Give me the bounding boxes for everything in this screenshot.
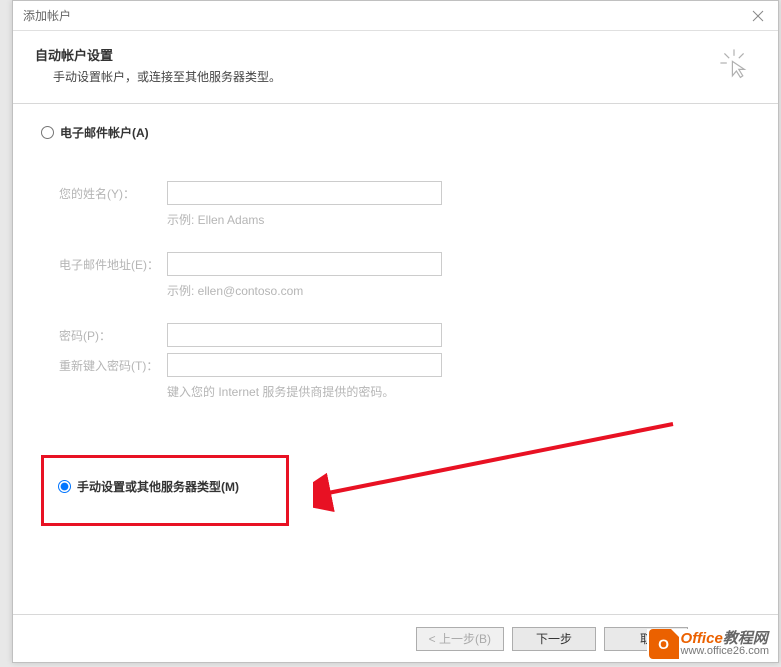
- next-button[interactable]: 下一步: [512, 627, 596, 651]
- radio-email-account-label: 电子邮件帐户(A): [60, 124, 149, 141]
- titlebar: 添加帐户: [13, 1, 778, 31]
- close-icon: [752, 10, 764, 22]
- titlebar-text: 添加帐户: [23, 7, 71, 24]
- name-hint: 示例: Ellen Adams: [167, 211, 750, 228]
- email-hint: 示例: ellen@contoso.com: [167, 282, 750, 299]
- back-button: < 上一步(B): [416, 627, 504, 651]
- email-input: [167, 252, 442, 276]
- content-area: 电子邮件帐户(A) 您的姓名(Y)： 示例: Ellen Adams 电子邮件地…: [13, 104, 778, 546]
- radio-email-account[interactable]: 电子邮件帐户(A): [41, 124, 750, 141]
- cursor-click-icon: [718, 47, 750, 82]
- password-label: 密码(P)：: [59, 327, 167, 344]
- add-account-dialog: 添加帐户 自动帐户设置 手动设置帐户，或连接至其他服务器类型。: [12, 0, 779, 663]
- radio-email-account-input[interactable]: [41, 126, 54, 139]
- watermark-logo-letter: O: [658, 636, 669, 652]
- header-title: 自动帐户设置: [35, 45, 281, 64]
- watermark-brand: Office教程网: [681, 631, 769, 646]
- password-hint: 键入您的 Internet 服务提供商提供的密码。: [167, 383, 750, 400]
- header-subtitle: 手动设置帐户，或连接至其他服务器类型。: [35, 68, 281, 85]
- email-label: 电子邮件地址(E)：: [59, 256, 167, 273]
- email-form-block: 您的姓名(Y)： 示例: Ellen Adams 电子邮件地址(E)： 示例: …: [59, 181, 750, 400]
- watermark: O Office教程网 www.office26.com: [647, 629, 769, 659]
- manual-setup-highlight-box: 手动设置或其他服务器类型(M): [41, 455, 289, 526]
- name-input: [167, 181, 442, 205]
- radio-manual-setup-label: 手动设置或其他服务器类型(M): [77, 478, 239, 495]
- header-section: 自动帐户设置 手动设置帐户，或连接至其他服务器类型。: [13, 31, 778, 103]
- watermark-logo-icon: O: [649, 629, 679, 659]
- name-label: 您的姓名(Y)：: [59, 185, 167, 202]
- watermark-url: www.office26.com: [681, 646, 769, 657]
- radio-manual-setup[interactable]: 手动设置或其他服务器类型(M): [58, 478, 272, 495]
- retype-input: [167, 353, 442, 377]
- close-button[interactable]: [738, 1, 778, 31]
- radio-manual-setup-input[interactable]: [58, 480, 71, 493]
- password-input: [167, 323, 442, 347]
- retype-label: 重新键入密码(T)：: [59, 357, 167, 374]
